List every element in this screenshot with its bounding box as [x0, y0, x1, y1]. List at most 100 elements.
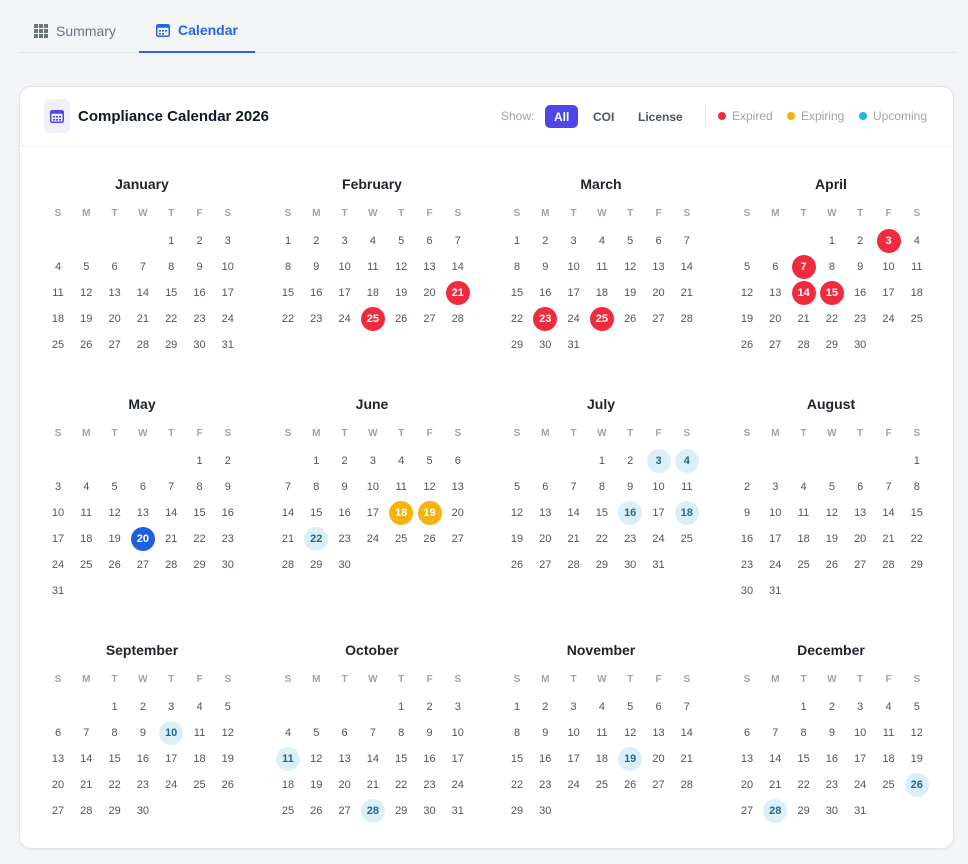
day-cell[interactable]: 6 [333, 721, 357, 745]
day-cell[interactable]: 8 [505, 255, 529, 279]
tab-calendar[interactable]: Calendar [139, 8, 255, 53]
day-cell[interactable]: 22 [276, 307, 300, 331]
day-cell[interactable]: 8 [304, 475, 328, 499]
day-cell[interactable]: 14 [276, 501, 300, 525]
day-upcoming[interactable]: 19 [618, 747, 643, 771]
day-cell[interactable]: 1 [792, 695, 816, 719]
day-cell[interactable]: 12 [389, 255, 413, 279]
day-cell[interactable]: 1 [590, 449, 614, 473]
day-cell[interactable]: 4 [590, 229, 614, 253]
day-cell[interactable]: 30 [618, 553, 642, 577]
day-cell[interactable]: 19 [389, 281, 413, 305]
day-cell[interactable]: 1 [159, 229, 183, 253]
day-cell[interactable]: 28 [675, 773, 699, 797]
day-cell[interactable]: 15 [276, 281, 300, 305]
day-cell[interactable]: 28 [74, 799, 98, 823]
day-cell[interactable]: 19 [618, 281, 642, 305]
day-cell[interactable]: 24 [46, 553, 70, 577]
day-cell[interactable]: 18 [276, 773, 300, 797]
day-cell[interactable]: 16 [333, 501, 357, 525]
day-cell[interactable]: 8 [590, 475, 614, 499]
day-cell[interactable]: 13 [647, 255, 671, 279]
day-cell[interactable]: 9 [618, 475, 642, 499]
day-cell[interactable]: 21 [792, 307, 816, 331]
day-cell[interactable]: 11 [46, 281, 70, 305]
day-cell[interactable]: 27 [647, 307, 671, 331]
day-cell[interactable]: 22 [389, 773, 413, 797]
day-upcoming[interactable]: 28 [360, 799, 385, 823]
day-cell[interactable]: 22 [590, 527, 614, 551]
day-cell[interactable]: 4 [905, 229, 929, 253]
day-cell[interactable]: 27 [131, 553, 155, 577]
day-cell[interactable]: 11 [74, 501, 98, 525]
day-cell[interactable]: 7 [562, 475, 586, 499]
day-cell[interactable]: 26 [216, 773, 240, 797]
day-cell[interactable]: 23 [533, 773, 557, 797]
day-cell[interactable]: 26 [735, 333, 759, 357]
day-cell[interactable]: 30 [216, 553, 240, 577]
day-cell[interactable]: 1 [820, 229, 844, 253]
day-cell[interactable]: 31 [216, 333, 240, 357]
day-cell[interactable]: 23 [216, 527, 240, 551]
day-cell[interactable]: 27 [103, 333, 127, 357]
day-cell[interactable]: 10 [46, 501, 70, 525]
day-cell[interactable]: 28 [792, 333, 816, 357]
day-cell[interactable]: 17 [647, 501, 671, 525]
day-cell[interactable]: 9 [820, 721, 844, 745]
day-cell[interactable]: 28 [446, 307, 470, 331]
day-cell[interactable]: 30 [735, 579, 759, 603]
day-cell[interactable]: 5 [618, 229, 642, 253]
filter-coi-button[interactable]: COI [584, 105, 623, 128]
day-cell[interactable]: 17 [333, 281, 357, 305]
day-cell[interactable]: 16 [735, 527, 759, 551]
day-cell[interactable]: 10 [562, 255, 586, 279]
day-cell[interactable]: 4 [188, 695, 212, 719]
day-cell[interactable]: 26 [389, 307, 413, 331]
day-cell[interactable]: 25 [389, 527, 413, 551]
day-cell[interactable]: 18 [590, 281, 614, 305]
day-cell[interactable]: 8 [389, 721, 413, 745]
day-cell[interactable]: 4 [590, 695, 614, 719]
day-cell[interactable]: 19 [905, 747, 929, 771]
day-cell[interactable]: 24 [877, 307, 901, 331]
day-cell[interactable]: 9 [848, 255, 872, 279]
day-cell[interactable]: 7 [763, 721, 787, 745]
day-expired[interactable]: 14 [791, 281, 816, 305]
day-cell[interactable]: 28 [562, 553, 586, 577]
day-cell[interactable]: 21 [763, 773, 787, 797]
day-cell[interactable]: 30 [848, 333, 872, 357]
day-cell[interactable]: 14 [446, 255, 470, 279]
day-cell[interactable]: 19 [735, 307, 759, 331]
day-cell[interactable]: 10 [877, 255, 901, 279]
day-cell[interactable]: 27 [763, 333, 787, 357]
day-cell[interactable]: 15 [792, 747, 816, 771]
day-cell[interactable]: 27 [446, 527, 470, 551]
filter-license-button[interactable]: License [629, 105, 692, 128]
day-cell[interactable]: 23 [131, 773, 155, 797]
day-cell[interactable]: 17 [562, 747, 586, 771]
day-cell[interactable]: 8 [188, 475, 212, 499]
day-cell[interactable]: 1 [304, 449, 328, 473]
day-cell[interactable]: 11 [590, 255, 614, 279]
day-expiring[interactable]: 19 [417, 501, 442, 525]
day-cell[interactable]: 5 [618, 695, 642, 719]
day-cell[interactable]: 15 [505, 747, 529, 771]
day-cell[interactable]: 14 [159, 501, 183, 525]
day-cell[interactable]: 31 [848, 799, 872, 823]
day-cell[interactable]: 21 [877, 527, 901, 551]
day-cell[interactable]: 14 [763, 747, 787, 771]
day-cell[interactable]: 11 [877, 721, 901, 745]
day-cell[interactable]: 24 [763, 553, 787, 577]
day-cell[interactable]: 28 [159, 553, 183, 577]
day-cell[interactable]: 8 [103, 721, 127, 745]
day-cell[interactable]: 2 [735, 475, 759, 499]
day-cell[interactable]: 13 [103, 281, 127, 305]
day-cell[interactable]: 5 [74, 255, 98, 279]
day-cell[interactable]: 7 [159, 475, 183, 499]
day-upcoming[interactable]: 28 [763, 799, 788, 823]
day-upcoming[interactable]: 3 [646, 449, 671, 473]
day-cell[interactable]: 25 [46, 333, 70, 357]
day-cell[interactable]: 31 [446, 799, 470, 823]
day-cell[interactable]: 11 [361, 255, 385, 279]
day-cell[interactable]: 6 [446, 449, 470, 473]
